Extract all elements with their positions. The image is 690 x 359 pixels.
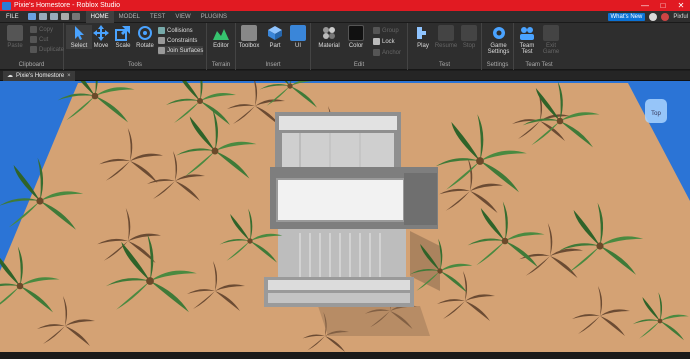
collisions-toggle[interactable]: Collisions xyxy=(158,26,193,35)
stop-icon[interactable] xyxy=(60,13,69,20)
copy-button[interactable]: Copy xyxy=(30,25,53,34)
clipboard-group: Paste Copy Cut Duplicate Clipboard xyxy=(0,23,64,70)
duplicate-icon xyxy=(30,46,37,53)
collisions-icon xyxy=(158,27,165,34)
3d-viewport[interactable]: Top xyxy=(0,81,690,352)
material-button[interactable]: Material xyxy=(316,25,342,49)
window-title: Pixie's Homestore - Roblox Studio xyxy=(14,2,120,9)
material-icon xyxy=(321,25,337,41)
copy-icon xyxy=(30,26,37,33)
team-icon xyxy=(519,25,535,41)
terrain-label: Terrain xyxy=(211,62,231,68)
close-button[interactable]: ✕ xyxy=(672,0,690,11)
constraints-icon xyxy=(158,37,165,44)
paste-icon xyxy=(7,25,23,41)
resume-icon xyxy=(438,25,454,41)
duplicate-button[interactable]: Duplicate xyxy=(30,45,64,54)
rotate-icon xyxy=(137,25,153,41)
redo-icon[interactable] xyxy=(49,13,58,20)
tab-home[interactable]: HOME xyxy=(85,10,114,23)
terrain-group: Editor Terrain xyxy=(207,23,236,70)
ui-button[interactable]: UI xyxy=(285,25,311,49)
terrain-editor-button[interactable]: Editor xyxy=(208,25,234,49)
exit-icon xyxy=(543,25,559,41)
anchor-icon xyxy=(373,49,380,56)
anchor-button[interactable]: Anchor xyxy=(373,48,401,57)
undo-icon[interactable] xyxy=(38,13,47,20)
edit-label: Edit xyxy=(353,62,365,68)
edit-group: Material Color Group Lock Anchor Edit xyxy=(311,23,408,70)
share-icon[interactable] xyxy=(649,13,658,21)
test-label: Test xyxy=(438,62,450,68)
toolbox-button[interactable]: Toolbox xyxy=(236,25,262,49)
constraints-toggle[interactable]: Constraints xyxy=(158,36,197,45)
file-menu[interactable]: FILE xyxy=(0,11,25,23)
minimize-button[interactable]: — xyxy=(636,0,654,11)
dropdown-icon[interactable] xyxy=(71,13,80,20)
ui-icon xyxy=(290,25,306,41)
lock-button[interactable]: Lock xyxy=(373,37,395,46)
cut-icon xyxy=(30,36,37,43)
scale-icon xyxy=(115,25,131,41)
status-strip xyxy=(0,352,690,359)
title-bar: Pixie's Homestore - Roblox Studio — □ ✕ xyxy=(0,0,690,11)
view-cube-label: Top xyxy=(651,111,661,117)
join-surfaces-toggle[interactable]: Join Surfaces xyxy=(158,46,204,55)
rotate-button[interactable]: Rotate xyxy=(132,25,158,49)
doc-tab-homestore[interactable]: ☁ Pixie's Homestore × xyxy=(3,71,75,81)
avatar[interactable] xyxy=(661,13,670,21)
tools-group: Select Move Scale Rotate Collisions Cons… xyxy=(64,23,207,70)
join-surfaces-icon xyxy=(158,47,165,54)
view-cube: Top xyxy=(645,99,667,123)
save-icon[interactable] xyxy=(27,13,36,20)
team-test-button[interactable]: Team Test xyxy=(514,25,540,55)
game-settings-button[interactable]: Game Settings xyxy=(485,25,512,55)
terrain-editor-icon xyxy=(213,25,229,41)
group-button[interactable]: Group xyxy=(373,26,399,35)
username[interactable]: Pixful xyxy=(673,14,688,20)
cut-button[interactable]: Cut xyxy=(30,35,48,44)
close-tab-icon[interactable]: × xyxy=(67,71,71,81)
whats-new-button[interactable]: What's New xyxy=(607,13,646,21)
document-tabs: ☁ Pixie's Homestore × xyxy=(0,71,690,81)
toolbox-icon xyxy=(241,25,257,41)
ribbon: Paste Copy Cut Duplicate Clipboard Selec… xyxy=(0,23,690,70)
tools-label: Tools xyxy=(127,62,142,68)
part-cube-icon xyxy=(267,25,283,41)
settings-group: Game Settings Settings xyxy=(482,23,514,70)
cloud-icon: ☁ xyxy=(7,73,13,79)
roblox-studio-icon xyxy=(2,1,11,10)
menu-bar: FILE HOME MODEL TEST VIEW PLUGINS What's… xyxy=(0,10,690,23)
exit-game-button[interactable]: Exit Game xyxy=(538,25,564,55)
stop-icon xyxy=(461,25,477,41)
paste-button[interactable]: Paste xyxy=(2,25,28,49)
clipboard-label: Clipboard xyxy=(18,62,45,68)
tab-view[interactable]: VIEW xyxy=(170,11,195,23)
tab-test[interactable]: TEST xyxy=(145,11,170,23)
team-test-group: Team Test Exit Game Team Test xyxy=(514,23,564,70)
settings-label: Settings xyxy=(486,62,509,68)
color-button[interactable]: Color xyxy=(343,25,369,49)
tab-plugins[interactable]: PLUGINS xyxy=(196,11,232,23)
tab-model[interactable]: MODEL xyxy=(114,11,145,23)
insert-group: Toolbox Part UI Insert xyxy=(236,23,311,70)
select-cursor-icon xyxy=(71,25,87,41)
lock-icon xyxy=(373,38,380,45)
move-icon xyxy=(93,25,109,41)
color-swatch-icon xyxy=(348,25,364,41)
group-icon xyxy=(373,27,380,34)
doc-tab-label: Pixie's Homestore xyxy=(16,73,65,79)
play-icon xyxy=(415,25,431,41)
gear-icon xyxy=(491,25,507,41)
insert-label: Insert xyxy=(265,62,281,68)
test-group: Play Resume Stop Test xyxy=(408,23,482,70)
stop-button[interactable]: Stop xyxy=(456,25,482,49)
team-test-label: Team Test xyxy=(525,62,553,68)
maximize-button[interactable]: □ xyxy=(654,0,672,11)
